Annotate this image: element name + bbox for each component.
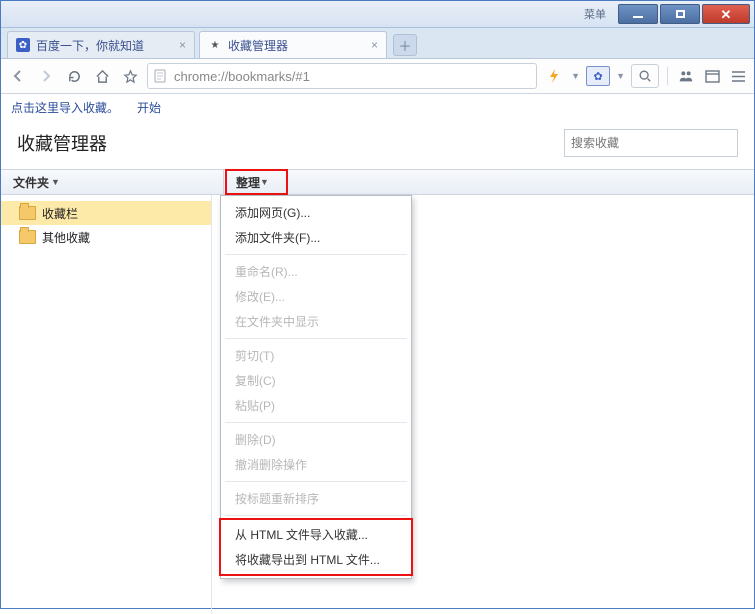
lightning-icon[interactable] (543, 65, 565, 87)
window-maximize-button[interactable] (660, 4, 700, 24)
bookmark-star-button[interactable] (119, 65, 141, 87)
close-icon[interactable]: × (371, 38, 378, 52)
chevron-down-icon[interactable]: ▼ (571, 71, 580, 81)
menu-edit: 修改(E)... (221, 284, 411, 309)
tab-bookmark-manager[interactable]: ★ 收藏管理器 × (199, 31, 387, 58)
browser-toolbar: ▼ ✿ ▼ (1, 59, 754, 94)
home-button[interactable] (91, 65, 113, 87)
menu-paste: 粘贴(P) (221, 393, 411, 418)
separator (225, 481, 407, 482)
folder-other[interactable]: 其他收藏 (1, 225, 211, 249)
menu-icon[interactable] (728, 66, 748, 86)
menu-label[interactable]: 菜单 (584, 6, 606, 22)
menu-delete: 删除(D) (221, 427, 411, 452)
paw-icon: ✿ (16, 38, 30, 52)
tab-title: 百度一下，你就知道 (36, 37, 173, 54)
menu-copy: 复制(C) (221, 368, 411, 393)
window-close-button[interactable]: ✕ (702, 4, 750, 24)
chevron-down-icon: ▼ (51, 177, 60, 187)
separator (225, 422, 407, 423)
window-icon[interactable] (702, 66, 722, 86)
window-minimize-button[interactable] (618, 4, 658, 24)
menu-rename: 重命名(R)... (221, 259, 411, 284)
organize-header-cell: 整理 ▼ (224, 170, 754, 194)
folder-tree: 收藏栏 其他收藏 (1, 195, 212, 614)
menu-show-in-folder: 在文件夹中显示 (221, 309, 411, 334)
url-input[interactable] (172, 68, 530, 85)
folder-bookmark-bar[interactable]: 收藏栏 (1, 201, 211, 225)
window-titlebar: 菜单 ✕ (1, 1, 754, 28)
menu-sort: 按标题重新排序 (221, 486, 411, 511)
folders-header[interactable]: 文件夹 ▼ (1, 170, 224, 194)
bookmark-quickbar: 点击这里导入收藏。 开始 (1, 94, 754, 121)
start-link[interactable]: 开始 (137, 99, 161, 116)
menu-cut: 剪切(T) (221, 343, 411, 368)
url-bar[interactable] (147, 63, 537, 89)
page-title: 收藏管理器 (17, 130, 107, 156)
separator (225, 338, 407, 339)
import-export-highlight: 从 HTML 文件导入收藏... 将收藏导出到 HTML 文件... (221, 520, 411, 574)
chevron-down-icon: ▼ (260, 177, 269, 187)
menu-undo-delete: 撤消删除操作 (221, 452, 411, 477)
folder-label: 收藏栏 (42, 205, 78, 222)
menu-add-folder[interactable]: 添加文件夹(F)... (221, 225, 411, 250)
separator (225, 515, 407, 516)
bookmark-list-area: 添加网页(G)... 添加文件夹(F)... 重命名(R)... 修改(E)..… (212, 195, 754, 614)
tab-baidu[interactable]: ✿ 百度一下，你就知道 × (7, 31, 195, 58)
columns-header: 文件夹 ▼ 整理 ▼ (1, 169, 754, 195)
forward-button[interactable] (35, 65, 57, 87)
search-input[interactable] (564, 129, 738, 157)
new-tab-button[interactable]: ＋ (393, 34, 417, 56)
people-icon[interactable] (676, 66, 696, 86)
tab-strip: ✿ 百度一下，你就知道 × ★ 收藏管理器 × ＋ (1, 28, 754, 59)
back-button[interactable] (7, 65, 29, 87)
menu-export-html[interactable]: 将收藏导出到 HTML 文件... (221, 547, 411, 572)
search-button[interactable] (631, 64, 659, 88)
separator (667, 67, 668, 85)
folder-icon (19, 230, 36, 244)
page-icon (154, 69, 166, 83)
organize-dropdown: 添加网页(G)... 添加文件夹(F)... 重命名(R)... 修改(E)..… (220, 195, 412, 579)
tab-title: 收藏管理器 (228, 37, 365, 54)
extension-paw-button[interactable]: ✿ (586, 66, 610, 86)
import-hint[interactable]: 点击这里导入收藏。 (11, 99, 119, 116)
close-icon[interactable]: × (179, 38, 186, 52)
folder-icon (19, 206, 36, 220)
folder-label: 其他收藏 (42, 229, 90, 246)
reload-button[interactable] (63, 65, 85, 87)
menu-add-page[interactable]: 添加网页(G)... (221, 200, 411, 225)
organize-header[interactable]: 整理 ▼ (226, 170, 287, 194)
menu-import-html[interactable]: 从 HTML 文件导入收藏... (221, 522, 411, 547)
star-icon: ★ (208, 38, 222, 52)
chevron-down-icon[interactable]: ▼ (616, 71, 625, 81)
separator (225, 254, 407, 255)
bookmark-manager-page: 收藏管理器 文件夹 ▼ 整理 ▼ 收藏栏 其他收藏 (1, 119, 754, 608)
